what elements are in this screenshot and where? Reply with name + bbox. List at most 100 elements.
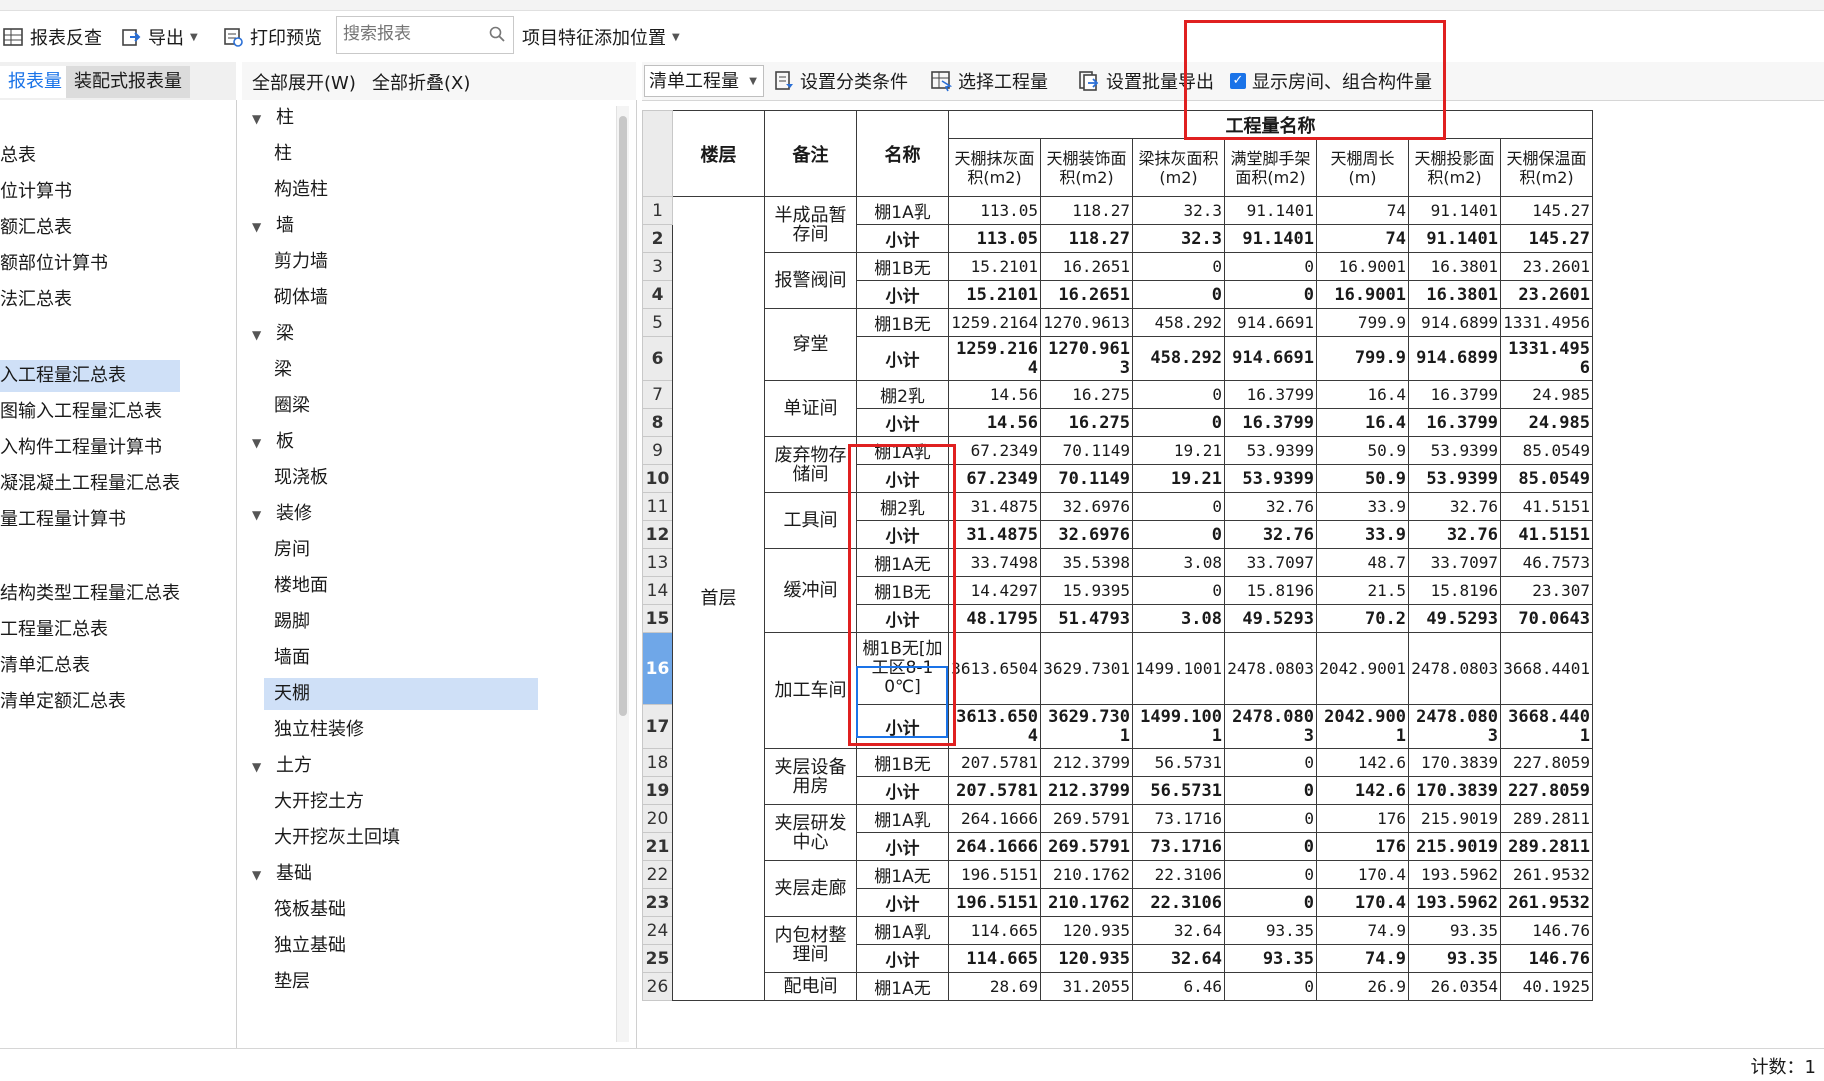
value-cell[interactable]: 3629.7301	[1040, 704, 1133, 749]
tree-item[interactable]: 柱	[264, 138, 292, 170]
note-cell[interactable]: 内包材整理间	[764, 916, 857, 973]
row-number[interactable]: 7	[642, 380, 673, 409]
tree-item[interactable]: 踢脚	[264, 606, 310, 638]
value-cell[interactable]: 15.2101	[948, 252, 1041, 281]
row-number[interactable]: 16	[642, 632, 673, 705]
value-cell[interactable]: 24.985	[1500, 408, 1593, 437]
value-cell[interactable]: 16.2651	[1040, 252, 1133, 281]
value-cell[interactable]: 41.5151	[1500, 492, 1593, 521]
name-cell[interactable]: 小计	[856, 408, 949, 437]
value-cell[interactable]: 31.2055	[1040, 972, 1133, 1001]
value-cell[interactable]: 33.7498	[948, 548, 1041, 577]
value-cell[interactable]: 0	[1224, 832, 1317, 861]
tree-item[interactable]: 房间	[264, 534, 310, 566]
value-cell[interactable]: 458.292	[1132, 336, 1225, 381]
value-cell[interactable]: 0	[1224, 776, 1317, 805]
tree-item[interactable]: 大开挖灰土回填	[264, 822, 400, 854]
value-cell[interactable]: 212.3799	[1040, 776, 1133, 805]
value-cell[interactable]: 74.9	[1316, 944, 1409, 973]
value-cell[interactable]: 113.05	[948, 224, 1041, 253]
value-cell[interactable]: 49.5293	[1408, 604, 1501, 633]
value-cell[interactable]: 1259.2164	[948, 336, 1041, 381]
collapse-all-button[interactable]: 全部折叠(X)	[372, 69, 470, 95]
report-list-item[interactable]: 量工程量计算书	[0, 504, 126, 536]
name-cell[interactable]: 棚1A乳	[856, 196, 949, 225]
row-number[interactable]: 23	[642, 888, 673, 917]
note-cell[interactable]: 夹层研发中心	[764, 804, 857, 861]
value-cell[interactable]: 207.5781	[948, 748, 1041, 777]
value-cell[interactable]: 32.64	[1132, 916, 1225, 945]
value-cell[interactable]: 16.275	[1040, 408, 1133, 437]
value-cell[interactable]: 24.985	[1500, 380, 1593, 409]
value-cell[interactable]: 799.9	[1316, 308, 1409, 337]
row-number[interactable]: 10	[642, 464, 673, 493]
value-cell[interactable]: 227.8059	[1500, 776, 1593, 805]
report-list-item[interactable]: 图输入工程量汇总表	[0, 396, 162, 428]
value-cell[interactable]: 49.5293	[1224, 604, 1317, 633]
report-list-item[interactable]: 总表	[0, 140, 36, 172]
row-number[interactable]: 11	[642, 492, 673, 521]
value-cell[interactable]: 31.4875	[948, 492, 1041, 521]
expand-all-button[interactable]: 全部展开(W)	[252, 69, 356, 95]
value-cell[interactable]: 16.4	[1316, 408, 1409, 437]
value-cell[interactable]: 32.3	[1132, 224, 1225, 253]
value-cell[interactable]: 196.5151	[948, 860, 1041, 889]
value-cell[interactable]: 93.35	[1224, 944, 1317, 973]
value-cell[interactable]: 120.935	[1040, 944, 1133, 973]
value-cell[interactable]: 85.0549	[1500, 436, 1593, 465]
value-cell[interactable]: 210.1762	[1040, 860, 1133, 889]
value-cell[interactable]: 40.1925	[1500, 972, 1593, 1001]
row-number[interactable]: 25	[642, 944, 673, 973]
row-number[interactable]: 18	[642, 748, 673, 777]
value-cell[interactable]: 33.9	[1316, 520, 1409, 549]
value-cell[interactable]: 170.3839	[1408, 748, 1501, 777]
value-cell[interactable]: 3.08	[1132, 548, 1225, 577]
note-cell[interactable]: 单证间	[764, 380, 857, 437]
value-cell[interactable]: 799.9	[1316, 336, 1409, 381]
value-cell[interactable]: 1331.4956	[1500, 308, 1593, 337]
name-cell[interactable]: 小计	[856, 224, 949, 253]
value-cell[interactable]: 0	[1132, 408, 1225, 437]
value-cell[interactable]: 3668.4401	[1500, 704, 1593, 749]
name-cell[interactable]: 棚1A无	[856, 972, 949, 1001]
value-cell[interactable]: 46.7573	[1500, 548, 1593, 577]
value-cell[interactable]: 56.5731	[1132, 748, 1225, 777]
value-cell[interactable]: 1270.9613	[1040, 336, 1133, 381]
value-cell[interactable]: 32.76	[1408, 520, 1501, 549]
value-cell[interactable]: 2478.0803	[1408, 704, 1501, 749]
tree-item[interactable]: 独立柱装修	[264, 714, 364, 746]
value-cell[interactable]: 1331.4956	[1500, 336, 1593, 381]
value-cell[interactable]: 3613.6504	[948, 632, 1041, 705]
value-cell[interactable]: 120.935	[1040, 916, 1133, 945]
chevron-down-icon[interactable]: ▼	[252, 319, 264, 351]
search-icon[interactable]	[489, 26, 505, 42]
value-cell[interactable]: 210.1762	[1040, 888, 1133, 917]
value-cell[interactable]: 118.27	[1040, 196, 1133, 225]
value-cell[interactable]: 51.4793	[1040, 604, 1133, 633]
chevron-down-icon[interactable]: ▼	[252, 499, 264, 531]
value-cell[interactable]: 114.665	[948, 916, 1041, 945]
value-cell[interactable]: 2478.0803	[1408, 632, 1501, 705]
value-cell[interactable]: 16.275	[1040, 380, 1133, 409]
value-cell[interactable]: 0	[1132, 252, 1225, 281]
value-cell[interactable]: 73.1716	[1132, 832, 1225, 861]
value-cell[interactable]: 23.2601	[1500, 252, 1593, 281]
value-cell[interactable]: 207.5781	[948, 776, 1041, 805]
value-cell[interactable]: 16.3801	[1408, 252, 1501, 281]
report-list-item[interactable]: 工程量汇总表	[0, 614, 108, 646]
value-cell[interactable]: 176	[1316, 832, 1409, 861]
value-cell[interactable]: 193.5962	[1408, 860, 1501, 889]
row-number[interactable]: 14	[642, 576, 673, 605]
note-cell[interactable]: 半成品暂存间	[764, 196, 857, 253]
row-number[interactable]: 20	[642, 804, 673, 833]
value-cell[interactable]: 269.5791	[1040, 804, 1133, 833]
tree-item[interactable]: 构造柱	[264, 174, 328, 206]
print-preview-button[interactable]: 打印预览	[222, 12, 322, 62]
note-cell[interactable]: 废弃物存储间	[764, 436, 857, 493]
value-cell[interactable]: 26.0354	[1408, 972, 1501, 1001]
name-cell[interactable]: 小计	[856, 832, 949, 861]
row-number[interactable]: 24	[642, 916, 673, 945]
value-cell[interactable]: 2478.0803	[1224, 632, 1317, 705]
row-number[interactable]: 8	[642, 408, 673, 437]
value-cell[interactable]: 170.4	[1316, 888, 1409, 917]
